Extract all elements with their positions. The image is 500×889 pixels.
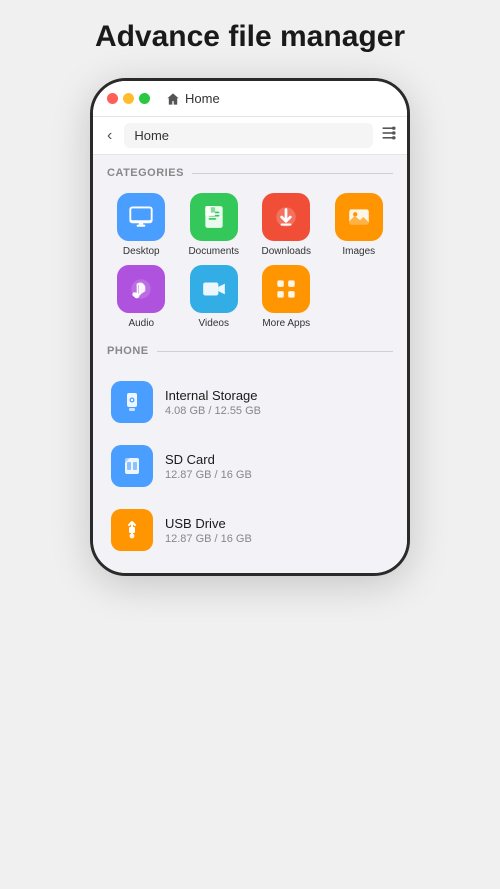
more-apps-icon-bg: [262, 265, 310, 313]
internal-storage-size: 4.08 GB / 12.55 GB: [165, 405, 261, 417]
category-documents[interactable]: Documents: [180, 193, 249, 257]
internal-storage-icon: [120, 390, 144, 414]
title-bar: Home: [93, 81, 407, 117]
videos-icon: [201, 276, 227, 302]
storage-item-usb[interactable]: USB Drive 12.87 GB / 16 GB: [107, 499, 393, 561]
back-button[interactable]: ‹: [103, 125, 116, 147]
category-desktop[interactable]: Desktop: [107, 193, 176, 257]
desktop-icon-bg: [117, 193, 165, 241]
sdcard-size: 12.87 GB / 16 GB: [165, 469, 252, 481]
audio-icon-bg: [117, 265, 165, 313]
home-icon: [166, 92, 180, 106]
sdcard-icon-bg: [111, 445, 153, 487]
titlebar-home: Home: [166, 91, 220, 106]
categories-divider: [192, 173, 393, 174]
categories-label: CATEGORIES: [107, 167, 184, 179]
sdcard-info: SD Card 12.87 GB / 16 GB: [165, 452, 252, 481]
internal-storage-info: Internal Storage 4.08 GB / 12.55 GB: [165, 388, 261, 417]
downloads-icon: [273, 204, 299, 230]
category-downloads[interactable]: Downloads: [252, 193, 321, 257]
storage-list: Internal Storage 4.08 GB / 12.55 GB: [107, 371, 393, 561]
usb-icon-bg: [111, 509, 153, 551]
images-icon: [346, 204, 372, 230]
internal-storage-name: Internal Storage: [165, 388, 261, 403]
phone-label: PHONE: [107, 345, 149, 357]
titlebar-home-label: Home: [185, 91, 220, 106]
category-grid: Desktop D: [107, 193, 393, 329]
list-view-icon[interactable]: [381, 125, 397, 146]
content-area: CATEGORIES Desktop: [93, 155, 407, 573]
audio-label: Audio: [128, 318, 154, 329]
documents-label: Documents: [188, 246, 239, 257]
more-apps-label: More Apps: [262, 318, 310, 329]
downloads-label: Downloads: [262, 246, 311, 257]
maximize-button[interactable]: [139, 93, 150, 104]
category-audio[interactable]: Audio: [107, 265, 176, 329]
category-more-apps[interactable]: More Apps: [252, 265, 321, 329]
usb-info: USB Drive 12.87 GB / 16 GB: [165, 516, 252, 545]
path-input[interactable]: [124, 123, 373, 148]
documents-icon: [201, 204, 227, 230]
categories-header: CATEGORIES: [107, 167, 393, 179]
desktop-label: Desktop: [123, 246, 160, 257]
category-videos[interactable]: Videos: [180, 265, 249, 329]
sdcard-name: SD Card: [165, 452, 252, 467]
internal-storage-icon-bg: [111, 381, 153, 423]
videos-icon-bg: [190, 265, 238, 313]
page-title: Advance file manager: [75, 20, 425, 54]
minimize-button[interactable]: [123, 93, 134, 104]
sdcard-icon: [120, 454, 144, 478]
close-button[interactable]: [107, 93, 118, 104]
phone-frame: Home ‹ CATEGORIES: [90, 78, 410, 576]
images-label: Images: [342, 246, 375, 257]
audio-icon: [128, 276, 154, 302]
storage-item-internal[interactable]: Internal Storage 4.08 GB / 12.55 GB: [107, 371, 393, 433]
downloads-icon-bg: [262, 193, 310, 241]
nav-bar: ‹: [93, 117, 407, 155]
videos-label: Videos: [199, 318, 229, 329]
phone-inner: Home ‹ CATEGORIES: [93, 81, 407, 573]
category-images[interactable]: Images: [325, 193, 394, 257]
phone-divider: [157, 351, 393, 352]
usb-size: 12.87 GB / 16 GB: [165, 533, 252, 545]
storage-item-sdcard[interactable]: SD Card 12.87 GB / 16 GB: [107, 435, 393, 497]
usb-name: USB Drive: [165, 516, 252, 531]
phone-header: PHONE: [107, 345, 393, 357]
images-icon-bg: [335, 193, 383, 241]
desktop-icon: [128, 204, 154, 230]
traffic-lights: [107, 93, 150, 104]
usb-icon: [120, 518, 144, 542]
more-apps-icon: [273, 276, 299, 302]
documents-icon-bg: [190, 193, 238, 241]
